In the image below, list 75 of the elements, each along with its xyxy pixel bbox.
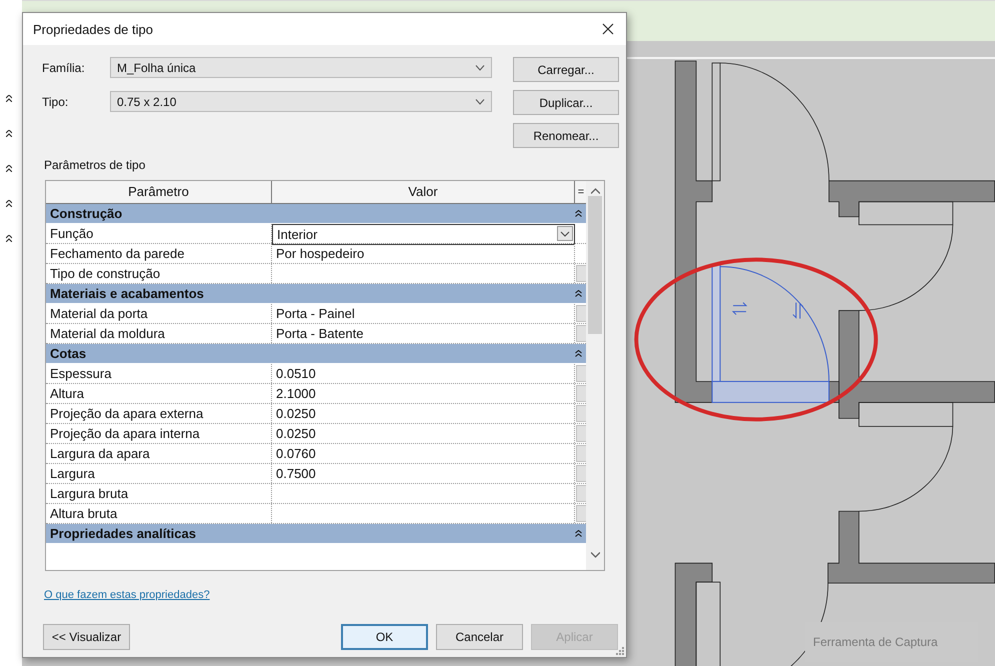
section-label: Parâmetros de tipo: [44, 158, 146, 172]
parameter-name: Largura da apara: [46, 444, 272, 463]
parameter-value: Porta - Batente: [275, 325, 364, 343]
scroll-down-icon[interactable]: [590, 552, 600, 558]
close-icon[interactable]: [602, 23, 614, 35]
parameter-name: Material da porta: [46, 304, 272, 323]
parameter-value: 0.0510: [275, 365, 317, 383]
group-label: Materiais e acabamentos: [50, 286, 204, 301]
group-label: Construção: [50, 206, 122, 221]
dialog-button[interactable]: << Visualizar: [43, 624, 130, 650]
group-label: Propriedades analíticas: [50, 526, 196, 541]
dialog-button[interactable]: Cancelar: [436, 624, 523, 650]
parameter-value: Porta - Painel: [275, 305, 356, 323]
table-row[interactable]: Projeção da apara interna 0.0250: [46, 424, 586, 444]
collapse-icon[interactable]: [6, 235, 12, 242]
parameter-name: Altura: [46, 384, 272, 403]
table-row[interactable]: Largura da apara 0.0760: [46, 444, 586, 464]
action-button[interactable]: Duplicar...: [513, 90, 619, 115]
collapse-icon[interactable]: [6, 130, 12, 137]
type-dropdown[interactable]: 0.75 x 2.10: [110, 91, 492, 112]
table-row[interactable]: Projeção da apara externa 0.0250: [46, 404, 586, 424]
parameter-name: Tipo de construção: [46, 264, 272, 283]
parameter-name: Projeção da apara interna: [46, 424, 272, 443]
flip-arrows-icon[interactable]: [732, 302, 748, 316]
parameter-name: Altura bruta: [46, 504, 272, 523]
parameter-value: 0.0250: [275, 425, 317, 443]
parameter-name: Espessura: [46, 364, 272, 383]
scrollbar[interactable]: [586, 181, 604, 570]
parameter-name: Largura: [46, 464, 272, 483]
scroll-up-icon[interactable]: [590, 188, 600, 194]
parameter-name: Largura bruta: [46, 484, 272, 503]
group-header[interactable]: Materiais e acabamentos: [46, 284, 586, 304]
table-row[interactable]: Fechamento da parede Por hospedeiro: [46, 244, 586, 264]
group-header[interactable]: Construção: [46, 204, 586, 224]
table-row[interactable]: Largura bruta: [46, 484, 586, 504]
value-dropdown[interactable]: Interior: [272, 224, 575, 245]
collapse-icon[interactable]: [575, 350, 582, 357]
parameter-value: 0.7500: [275, 465, 317, 483]
type-dropdown[interactable]: M_Folha única: [110, 57, 492, 78]
table-row[interactable]: Material da porta Porta - Painel: [46, 304, 586, 324]
parameter-value: 0.0250: [275, 405, 317, 423]
column-header[interactable]: Valor: [272, 181, 575, 203]
column-header[interactable]: Parâmetro: [46, 181, 272, 203]
parameter-value: 0.0760: [275, 445, 317, 463]
collapse-icon[interactable]: [575, 530, 582, 537]
table-row[interactable]: Espessura 0.0510: [46, 364, 586, 384]
notification-title: Ferramenta de Captura: [813, 635, 938, 649]
group-label: Cotas: [50, 346, 86, 361]
parameter-name: Material da moldura: [46, 324, 272, 343]
table-row[interactable]: Altura 2.1000: [46, 384, 586, 404]
table-row[interactable]: Largura 0.7500: [46, 464, 586, 484]
window-title: Propriedades de tipo: [33, 22, 153, 36]
dialog-button[interactable]: OK: [341, 624, 428, 650]
help-link[interactable]: O que fazem estas propriedades?: [44, 589, 210, 601]
action-button[interactable]: Carregar...: [513, 57, 619, 82]
parameter-value: Por hospedeiro: [275, 245, 366, 263]
flip-arrows-icon[interactable]: [792, 302, 804, 320]
scroll-thumb[interactable]: [588, 196, 602, 334]
parameter-value: 2.1000: [275, 385, 317, 403]
field-label: Família:: [42, 60, 86, 74]
action-button[interactable]: Renomear...: [513, 123, 619, 148]
group-header[interactable]: Propriedades analíticas: [46, 524, 586, 544]
selected-door-drawing[interactable]: [712, 264, 830, 403]
table-row[interactable]: Função Interior: [46, 224, 586, 244]
resize-grip-icon[interactable]: [616, 647, 624, 655]
collapse-icon[interactable]: [575, 210, 582, 217]
collapse-icon[interactable]: [575, 290, 582, 297]
parameter-name: Fechamento da parede: [46, 244, 272, 263]
parameter-name: Projeção da apara externa: [46, 404, 272, 423]
collapse-icon[interactable]: [6, 200, 12, 207]
collapse-icon[interactable]: [6, 95, 12, 102]
parameter-name: Função: [46, 224, 272, 245]
field-label: Tipo:: [42, 94, 70, 108]
group-header[interactable]: Cotas: [46, 344, 586, 364]
collapse-icon[interactable]: [6, 165, 12, 172]
